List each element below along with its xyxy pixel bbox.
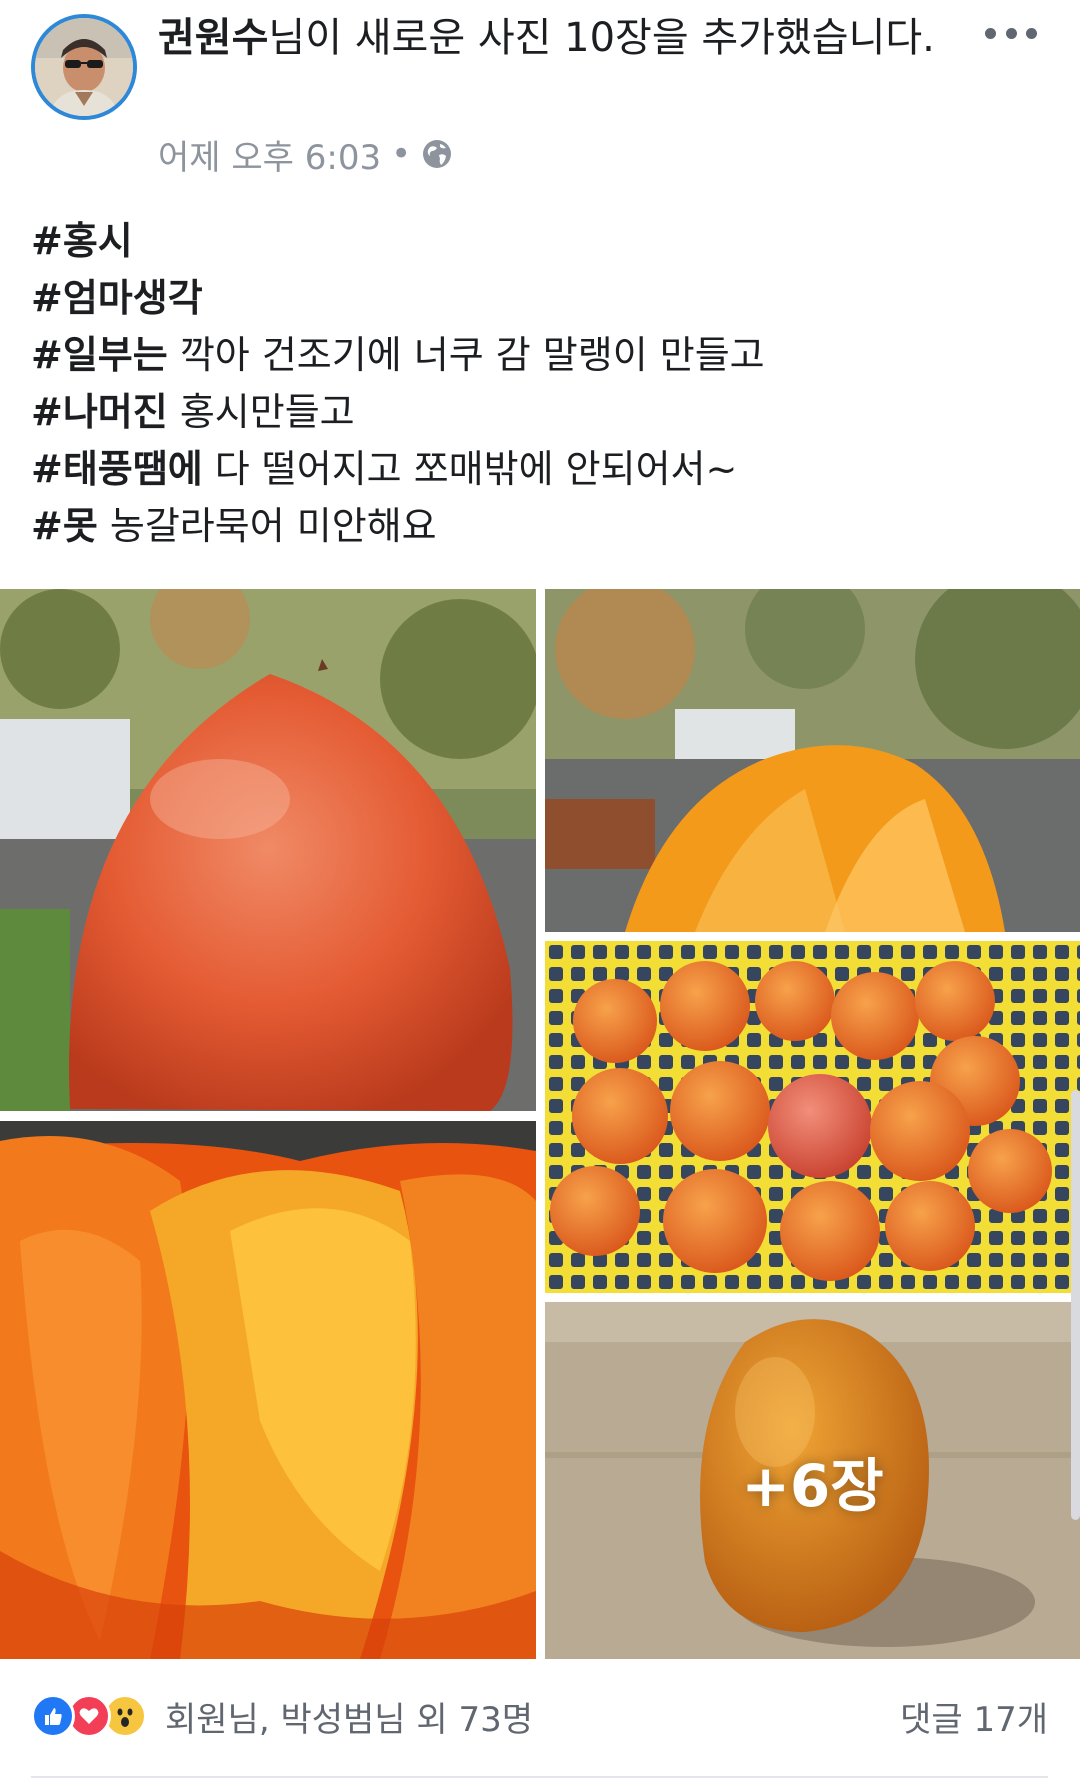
post-meta: 어제 오후 6:03 • [158,130,453,179]
more-dots-icon [985,27,996,39]
post-timestamp[interactable]: 어제 오후 6:03 [158,130,381,179]
author-avatar[interactable] [31,14,137,120]
photo-persimmon-board[interactable]: +6장 [545,1302,1080,1659]
meta-separator: • [391,134,412,174]
photo-persimmon-dried[interactable] [0,1121,536,1659]
like-icon [31,1694,75,1738]
post-line: #엄마생각 [31,270,1051,327]
post-line: #홍시 [31,213,1051,270]
hashtag[interactable]: #엄마생각 [31,276,203,320]
author-name[interactable]: 권원수 [158,15,268,61]
more-photos-count[interactable]: +6장 [545,1302,1080,1659]
scrollbar[interactable] [1071,1090,1080,1520]
post-action-text: 님이 새로운 사진 10장을 추가했습니다. [268,15,935,61]
hashtag[interactable]: #홍시 [31,219,133,263]
post-line: #태풍땜에 다 떨어지고 쪼매밖에 안되어서~ [31,447,738,491]
photo-persimmon-whole[interactable] [0,589,536,1111]
hashtag[interactable]: #못 [31,504,98,548]
hashtag[interactable]: #나머진 [31,390,168,434]
hashtag[interactable]: #일부는 [31,333,168,377]
photo-persimmon-peeled[interactable] [545,589,1080,932]
post-line: #일부는 깍아 건조기에 너쿠 감 말랭이 만들고 [31,333,765,377]
post-line: #못 농갈라묵어 미안해요 [31,504,437,548]
post-line: #나머진 홍시만들고 [31,390,355,434]
post-body: #홍시 #엄마생각 #일부는 깍아 건조기에 너쿠 감 말랭이 만들고 #나머진… [31,213,1051,555]
photo-persimmon-basket[interactable] [545,941,1080,1293]
post-footer: 회원님, 박성범님 외 73명 댓글 17개 [31,1690,1048,1742]
reactions-text: 회원님, 박성범님 외 73명 [165,1699,534,1740]
reactions-summary[interactable]: 회원님, 박성범님 외 73명 [31,1692,533,1741]
more-options-button[interactable] [985,18,1037,48]
globe-icon[interactable] [421,138,453,170]
post-header-title: 권원수님이 새로운 사진 10장을 추가했습니다. [158,12,988,65]
hashtag[interactable]: #태풍땜에 [31,447,203,491]
comments-count[interactable]: 댓글 17개 [900,1692,1048,1741]
footer-divider [31,1776,1048,1778]
